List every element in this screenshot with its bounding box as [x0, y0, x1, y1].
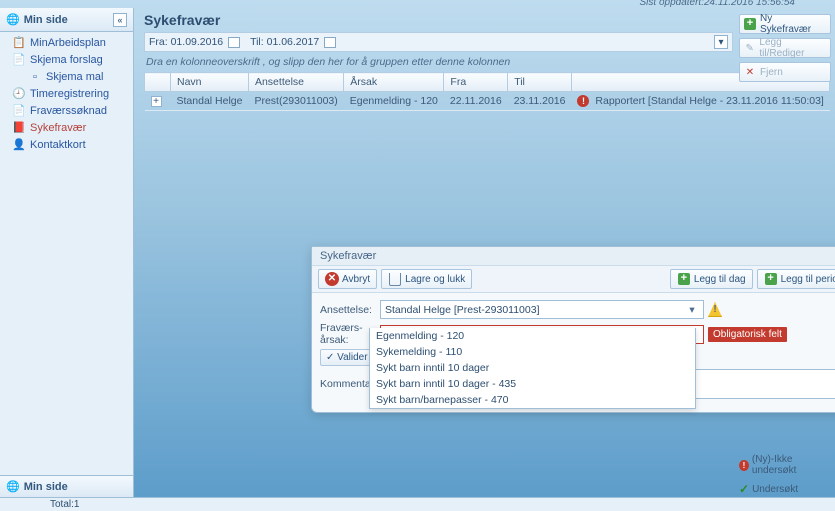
cell-fra: 22.11.2016 [444, 92, 508, 111]
legend-not-examined: ! (Ny)-Ikke undersøkt [739, 453, 831, 477]
aarsak-dropdown-list: Egenmelding - 120Sykemelding - 110Sykt b… [369, 328, 696, 409]
globe-icon: 🌐 [6, 480, 20, 493]
calendar-icon[interactable] [228, 37, 240, 48]
nav-icon: 📄 [12, 53, 26, 66]
sidebar-header: 🌐 Min side « [0, 8, 133, 32]
add-day-button[interactable]: + Legg til dag [670, 269, 753, 289]
error-icon: ! [739, 460, 749, 471]
sidebar-item-label: Kontaktkort [30, 139, 86, 151]
sidebar-item[interactable]: 📄 Fraværssøknad [0, 102, 133, 119]
column-header[interactable] [145, 73, 171, 92]
nav-icon: 🕘 [12, 87, 26, 100]
new-button[interactable]: + Ny Sykefravær [739, 14, 831, 34]
x-icon: ✕ [744, 66, 756, 78]
sidebar-item[interactable]: 🕘 Timeregistrering [0, 85, 133, 102]
pencil-icon: ✎ [744, 42, 755, 54]
dropdown-option[interactable]: Sykt barn inntil 10 dager - 435 [370, 376, 695, 392]
configure-button[interactable]: ▾ [714, 35, 728, 49]
sidebar: 🌐 Min side « 📋 MinArbeidsplan 📄 Skjema fors… [0, 8, 134, 497]
ansettelse-label: Ansettelse: [320, 304, 380, 316]
plus-icon: + [744, 18, 756, 30]
chevron-down-icon[interactable]: ▾ [685, 304, 699, 316]
sidebar-collapse-button[interactable]: « [113, 13, 127, 27]
row-expander[interactable]: + [151, 96, 162, 107]
cell-ansettelse: Prest(293011003) [248, 92, 343, 111]
save-icon [389, 273, 401, 286]
column-header[interactable]: Til [508, 73, 572, 92]
group-hint: Dra en kolonneoverskrift , og slipp den … [144, 52, 733, 72]
column-header[interactable]: Årsak [344, 73, 444, 92]
ansettelse-select[interactable]: Standal Helge [Prest-293011003] ▾ [380, 300, 704, 319]
dropdown-option[interactable]: Sykt barn/barnepasser - 470 [370, 392, 695, 408]
nav-icon: ▫ [28, 70, 42, 83]
sidebar-item-label: MinArbeidsplan [30, 37, 106, 49]
cell-til: 23.11.2016 [508, 92, 572, 111]
nav-icon: 📕 [12, 121, 26, 134]
data-grid: NavnAnsettelseÅrsakFraTil + Standal Helg… [144, 72, 830, 111]
sidebar-title: Min side [24, 14, 68, 26]
sidebar-item[interactable]: ▫ Skjema mal [0, 68, 133, 85]
calendar-icon[interactable] [324, 37, 336, 48]
nav-icon: 📋 [12, 36, 26, 49]
dropdown-option[interactable]: Sykt barn inntil 10 dager [370, 360, 695, 376]
sidebar-item[interactable]: 📕 Sykefravær [0, 119, 133, 136]
sidebar-footer-label: Min side [24, 481, 68, 493]
close-icon: ✕ [325, 272, 339, 286]
sidebar-item[interactable]: 📄 Skjema forslag [0, 51, 133, 68]
sidebar-item-label: Timeregistrering [30, 88, 109, 100]
dropdown-option[interactable]: Egenmelding - 120 [370, 328, 695, 344]
to-label: Til: [250, 36, 264, 48]
cell-navn: Standal Helge [171, 92, 249, 111]
sidebar-item-label: Skjema forslag [30, 54, 103, 66]
dialog-title: Sykefravær [312, 247, 835, 266]
cancel-button[interactable]: ✕ Avbryt [318, 269, 377, 289]
legend-examined: ✓ Undersøkt [739, 481, 831, 497]
sidebar-footer[interactable]: 🌐 Min side [0, 475, 133, 497]
from-value: 01.09.2016 [171, 36, 224, 48]
error-icon: ! [577, 95, 589, 107]
table-row[interactable]: + Standal Helge Prest(293011003) Egenmel… [145, 92, 830, 111]
filter-bar: Fra: 01.09.2016 Til: 01.06.2017 ▾ [144, 32, 733, 52]
sidebar-item-label: Skjema mal [46, 71, 103, 83]
footer-total: Total:1 [0, 497, 835, 511]
column-header[interactable]: Ansettelse [248, 73, 343, 92]
sidebar-item-label: Sykefravær [30, 122, 86, 134]
required-badge: Obligatorisk felt [708, 327, 787, 342]
dropdown-option[interactable]: Sykemelding - 110 [370, 344, 695, 360]
sidebar-item-label: Fraværssøknad [30, 105, 107, 117]
column-header[interactable]: Navn [171, 73, 249, 92]
page-title: Sykefravær [144, 12, 733, 28]
column-header[interactable]: Fra [444, 73, 508, 92]
plus-icon: + [678, 273, 690, 285]
cell-aarsak: Egenmelding - 120 [344, 92, 444, 111]
nav-icon: 📄 [12, 104, 26, 117]
sidebar-item[interactable]: 📋 MinArbeidsplan [0, 34, 133, 51]
remove-button[interactable]: ✕ Fjern [739, 62, 831, 82]
from-label: Fra: [149, 36, 168, 48]
last-updated: Sist oppdatert:24.11.2016 15:56:54 [640, 0, 796, 7]
to-value: 01.06.2017 [267, 36, 320, 48]
plus-icon: + [765, 273, 777, 285]
warning-icon: ! [708, 302, 722, 317]
add-period-button[interactable]: + Legg til periode [757, 269, 835, 289]
save-close-button[interactable]: Lagre og lukk [381, 269, 472, 289]
sidebar-item[interactable]: 👤 Kontaktkort [0, 136, 133, 153]
globe-icon: 🌐 [6, 13, 20, 26]
nav-icon: 👤 [12, 138, 26, 151]
check-icon: ✓ [739, 482, 749, 496]
edit-button[interactable]: ✎ Legg til/Rediger [739, 38, 831, 58]
